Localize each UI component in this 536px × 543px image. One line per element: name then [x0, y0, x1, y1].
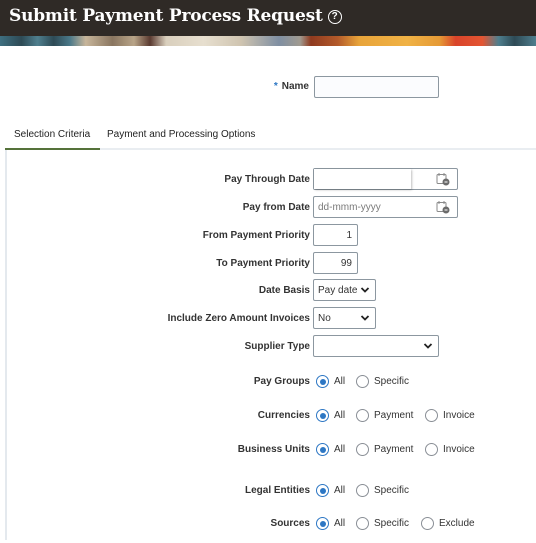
radio-label: Invoice [443, 410, 475, 421]
pay-from-date-placeholder: dd-mmm-yyyy [318, 202, 381, 213]
currencies-label: Currencies [257, 410, 310, 421]
legal-entities-radio-all[interactable]: All [316, 484, 345, 497]
tab-payment-processing-options[interactable]: Payment and Processing Options [107, 129, 255, 140]
chevron-down-icon [360, 287, 370, 293]
include-zero-amount-invoices-value: No [318, 313, 331, 324]
radio-unselected-icon[interactable] [425, 409, 438, 422]
supplier-type-label: Supplier Type [244, 341, 310, 352]
pay-from-date-label: Pay from Date [242, 202, 310, 213]
radio-selected-icon[interactable] [316, 517, 329, 530]
calendar-icon[interactable] [436, 172, 450, 186]
from-payment-priority-input[interactable]: 1 [313, 224, 358, 246]
currencies-radio-invoice[interactable]: Invoice [425, 409, 475, 422]
radio-selected-icon[interactable] [316, 484, 329, 497]
pay-groups-radio-all[interactable]: All [316, 375, 345, 388]
chevron-down-icon [360, 315, 370, 321]
currencies-radio-payment[interactable]: Payment [356, 409, 413, 422]
page-title: Submit Payment Process Request? [9, 6, 342, 26]
sources-label: Sources [270, 518, 310, 529]
radio-label: All [334, 376, 346, 387]
radio-unselected-icon[interactable] [356, 409, 369, 422]
page-header: Submit Payment Process Request? [0, 0, 536, 36]
radio-unselected-icon[interactable] [421, 517, 434, 530]
name-label: * Name [274, 81, 309, 92]
from-payment-priority-value: 1 [346, 230, 352, 241]
to-payment-priority-input[interactable]: 99 [313, 252, 358, 274]
pay-groups-radio-specific[interactable]: Specific [356, 375, 409, 388]
tab-selection-criteria[interactable]: Selection Criteria [14, 129, 90, 140]
active-tab-indicator [5, 148, 100, 150]
radio-selected-icon[interactable] [316, 443, 329, 456]
currencies-radio-all[interactable]: All [316, 409, 345, 422]
radio-label: Payment [374, 410, 414, 421]
radio-unselected-icon[interactable] [356, 517, 369, 530]
sources-radio-exclude[interactable]: Exclude [421, 517, 475, 530]
radio-label: Payment [374, 444, 414, 455]
radio-selected-icon[interactable] [316, 409, 329, 422]
supplier-type-select[interactable] [313, 335, 439, 357]
radio-label: All [334, 485, 346, 496]
date-basis-value: Pay date [318, 285, 358, 296]
pay-through-date-input[interactable] [313, 168, 458, 190]
to-payment-priority-value: 99 [340, 258, 352, 269]
radio-label: All [334, 518, 346, 529]
business-units-radio-payment[interactable]: Payment [356, 443, 413, 456]
decorative-banner [0, 36, 536, 46]
to-payment-priority-label: To Payment Priority [216, 258, 310, 269]
radio-label: All [334, 410, 346, 421]
date-basis-select[interactable]: Pay date [313, 279, 376, 301]
pay-groups-label: Pay Groups [253, 376, 310, 387]
name-input[interactable] [314, 76, 439, 98]
radio-unselected-icon[interactable] [356, 375, 369, 388]
page-title-text: Submit Payment Process Request [9, 6, 323, 26]
include-zero-amount-invoices-label: Include Zero Amount Invoices [167, 313, 310, 324]
tab-divider [100, 148, 536, 150]
business-units-radio-all[interactable]: All [316, 443, 345, 456]
include-zero-amount-invoices-select[interactable]: No [313, 307, 376, 329]
radio-label: Specific [374, 518, 410, 529]
radio-unselected-icon[interactable] [356, 443, 369, 456]
sources-radio-specific[interactable]: Specific [356, 517, 409, 530]
date-basis-label: Date Basis [258, 285, 310, 296]
sources-radio-all[interactable]: All [316, 517, 345, 530]
from-payment-priority-label: From Payment Priority [202, 230, 310, 241]
name-row: * Name [0, 76, 536, 98]
required-marker: * [273, 81, 278, 92]
radio-unselected-icon[interactable] [356, 484, 369, 497]
radio-unselected-icon[interactable] [425, 443, 438, 456]
radio-label: Exclude [439, 518, 475, 529]
pay-through-date-edit-area[interactable] [314, 169, 411, 189]
radio-label: All [334, 444, 346, 455]
name-label-text: Name [281, 81, 309, 92]
radio-label: Specific [374, 376, 410, 387]
business-units-radio-invoice[interactable]: Invoice [425, 443, 475, 456]
pay-from-date-input[interactable]: dd-mmm-yyyy [313, 196, 458, 218]
chevron-down-icon [423, 343, 433, 349]
legal-entities-label: Legal Entities [244, 485, 310, 496]
radio-label: Specific [374, 485, 410, 496]
business-units-label: Business Units [237, 444, 310, 455]
calendar-icon[interactable] [436, 200, 450, 214]
tab-bar: Selection Criteria Payment and Processin… [5, 124, 536, 150]
panel-border [5, 150, 7, 540]
legal-entities-radio-specific[interactable]: Specific [356, 484, 409, 497]
radio-label: Invoice [443, 444, 475, 455]
pay-through-date-label: Pay Through Date [224, 174, 310, 185]
help-icon[interactable]: ? [327, 10, 342, 24]
radio-selected-icon[interactable] [316, 375, 329, 388]
